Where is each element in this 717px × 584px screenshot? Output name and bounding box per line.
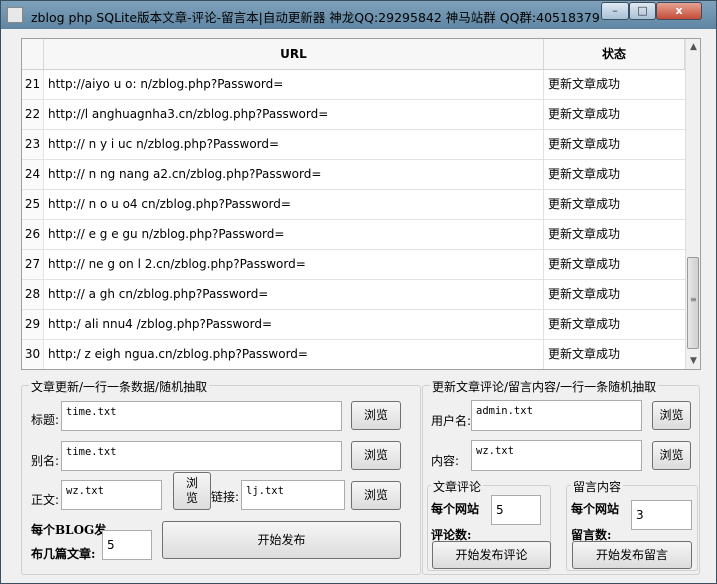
app-window: zblog php SQLite版本文章-评论-留言本|自动更新器 神龙QQ:2… bbox=[0, 0, 717, 584]
table-row[interactable]: 28 http:// a gh cn/zblog.php?Password= 更新文… bbox=[22, 280, 685, 310]
alias-input[interactable]: time.txt bbox=[61, 441, 342, 471]
link-input[interactable]: lj.txt bbox=[241, 480, 345, 510]
publish-messages-button[interactable]: 开始发布留言 bbox=[572, 541, 692, 569]
grid-header-status[interactable]: 状态 bbox=[544, 39, 685, 69]
alias-browse-button[interactable]: 浏览 bbox=[351, 441, 401, 470]
row-url[interactable]: http:// n y i uc n/zblog.php?Password= bbox=[44, 130, 544, 159]
row-number: 23 bbox=[22, 130, 44, 159]
results-grid[interactable]: URL 状态 21 http://aiyo u o: n/zblog.php?Pa… bbox=[21, 38, 701, 370]
row-status[interactable]: 更新文章成功 bbox=[544, 160, 685, 189]
per-blog-label-line1: 每个BLOG发 bbox=[31, 523, 107, 537]
grid-rows: 21 http://aiyo u o: n/zblog.php?Password=… bbox=[22, 70, 685, 369]
per-blog-input[interactable]: 5 bbox=[102, 530, 152, 560]
grid-header: URL 状态 bbox=[22, 39, 685, 70]
close-button[interactable]: x bbox=[656, 2, 702, 20]
messages-per-site-input[interactable]: 3 bbox=[631, 500, 692, 530]
row-status[interactable]: 更新文章成功 bbox=[544, 310, 685, 339]
body-browse-label-1: 浏 bbox=[185, 476, 198, 490]
table-row[interactable]: 26 http:// e g e gu n/zblog.php?Password=… bbox=[22, 220, 685, 250]
body-browse-label-2: 览 bbox=[185, 491, 198, 505]
row-number: 28 bbox=[22, 280, 44, 309]
row-number: 29 bbox=[22, 310, 44, 339]
link-label: 链接: bbox=[211, 490, 240, 504]
table-row[interactable]: 27 http:// ne g on l 2.cn/zblog.php?Passw… bbox=[22, 250, 685, 280]
body-label: 正文: bbox=[31, 493, 60, 507]
publish-comments-button[interactable]: 开始发布评论 bbox=[432, 541, 551, 569]
username-label: 用户名: bbox=[431, 414, 472, 428]
content-browse-button[interactable]: 浏览 bbox=[652, 441, 691, 470]
row-status[interactable]: 更新文章成功 bbox=[544, 130, 685, 159]
comment-group-label: 更新文章评论/留言内容/一行一条随机抽取 bbox=[430, 378, 659, 395]
row-status[interactable]: 更新文章成功 bbox=[544, 250, 685, 279]
row-number: 21 bbox=[22, 70, 44, 99]
body-input[interactable]: wz.txt bbox=[61, 480, 162, 510]
title-browse-button[interactable]: 浏览 bbox=[351, 401, 401, 430]
app-icon bbox=[7, 7, 23, 23]
table-row[interactable]: 25 http:// n o u o4 cn/zblog.php?Password… bbox=[22, 190, 685, 220]
grid-header-rownum bbox=[22, 39, 44, 69]
body-browse-button[interactable]: 浏 览 bbox=[173, 472, 211, 510]
link-browse-button[interactable]: 浏览 bbox=[351, 481, 401, 510]
row-status[interactable]: 更新文章成功 bbox=[544, 220, 685, 249]
per-blog-label-line2: 布几篇文章: bbox=[31, 547, 96, 561]
row-url[interactable]: http:// n o u o4 cn/zblog.php?Password= bbox=[44, 190, 544, 219]
comments-per-site-input[interactable]: 5 bbox=[491, 495, 541, 525]
row-url[interactable]: http:// a gh cn/zblog.php?Password= bbox=[44, 280, 544, 309]
row-url[interactable]: http://l anghuagnha3.cn/zblog.php?Passwo… bbox=[44, 100, 544, 129]
table-row[interactable]: 30 http:/ z eigh ngua.cn/zblog.php?Passwo… bbox=[22, 340, 685, 369]
row-url[interactable]: http:/ z eigh ngua.cn/zblog.php?Password… bbox=[44, 340, 544, 369]
row-status[interactable]: 更新文章成功 bbox=[544, 70, 685, 99]
row-url[interactable]: http:// ne g on l 2.cn/zblog.php?Passwor… bbox=[44, 250, 544, 279]
comments-per-site-line1: 每个网站 bbox=[431, 502, 480, 516]
minimize-button[interactable]: – bbox=[601, 2, 629, 20]
guestbook-sub-label: 留言内容 bbox=[571, 478, 624, 495]
title-input[interactable]: time.txt bbox=[61, 401, 342, 431]
table-row[interactable]: 24 http:// n ng nang a2.cn/zblog.php?Pass… bbox=[22, 160, 685, 190]
alias-label: 别名: bbox=[31, 454, 60, 468]
messages-per-site-line1: 每个网站 bbox=[571, 502, 620, 516]
row-number: 30 bbox=[22, 340, 44, 369]
row-number: 27 bbox=[22, 250, 44, 279]
publish-button[interactable]: 开始发布 bbox=[162, 521, 401, 559]
row-number: 24 bbox=[22, 160, 44, 189]
table-row[interactable]: 23 http:// n y i uc n/zblog.php?Password=… bbox=[22, 130, 685, 160]
comment-sub-label: 文章评论 bbox=[431, 478, 484, 495]
content-input[interactable]: wz.txt bbox=[471, 440, 642, 471]
row-status[interactable]: 更新文章成功 bbox=[544, 190, 685, 219]
maximize-button[interactable]: □ bbox=[629, 2, 656, 20]
vertical-scrollbar[interactable]: ▲ ≡ ▼ bbox=[685, 39, 700, 369]
row-url[interactable]: http://aiyo u o: n/zblog.php?Password= bbox=[44, 70, 544, 99]
row-number: 22 bbox=[22, 100, 44, 129]
row-number: 26 bbox=[22, 220, 44, 249]
username-browse-button[interactable]: 浏览 bbox=[652, 401, 691, 430]
row-url[interactable]: http:/ ali nnu4 /zblog.php?Password= bbox=[44, 310, 544, 339]
content-label: 内容: bbox=[431, 454, 460, 468]
row-status[interactable]: 更新文章成功 bbox=[544, 340, 685, 369]
scroll-thumb[interactable]: ≡ bbox=[687, 257, 699, 349]
row-url[interactable]: http:// n ng nang a2.cn/zblog.php?Passwo… bbox=[44, 160, 544, 189]
scroll-down-icon[interactable]: ▼ bbox=[686, 353, 700, 369]
table-row[interactable]: 21 http://aiyo u o: n/zblog.php?Password=… bbox=[22, 70, 685, 100]
row-status[interactable]: 更新文章成功 bbox=[544, 280, 685, 309]
window-title: zblog php SQLite版本文章-评论-留言本|自动更新器 神龙QQ:2… bbox=[31, 10, 600, 25]
table-row[interactable]: 22 http://l anghuagnha3.cn/zblog.php?Pass… bbox=[22, 100, 685, 130]
row-number: 25 bbox=[22, 190, 44, 219]
title-bar[interactable]: zblog php SQLite版本文章-评论-留言本|自动更新器 神龙QQ:2… bbox=[1, 1, 716, 29]
table-row[interactable]: 29 http:/ ali nnu4 /zblog.php?Password= 更新… bbox=[22, 310, 685, 340]
row-status[interactable]: 更新文章成功 bbox=[544, 100, 685, 129]
grid-header-url[interactable]: URL bbox=[44, 39, 544, 69]
article-group-label: 文章更新/一行一条数据/随机抽取 bbox=[29, 378, 210, 395]
username-input[interactable]: admin.txt bbox=[471, 400, 642, 431]
row-url[interactable]: http:// e g e gu n/zblog.php?Password= bbox=[44, 220, 544, 249]
scroll-up-icon[interactable]: ▲ bbox=[686, 39, 700, 55]
title-label: 标题: bbox=[31, 413, 60, 427]
